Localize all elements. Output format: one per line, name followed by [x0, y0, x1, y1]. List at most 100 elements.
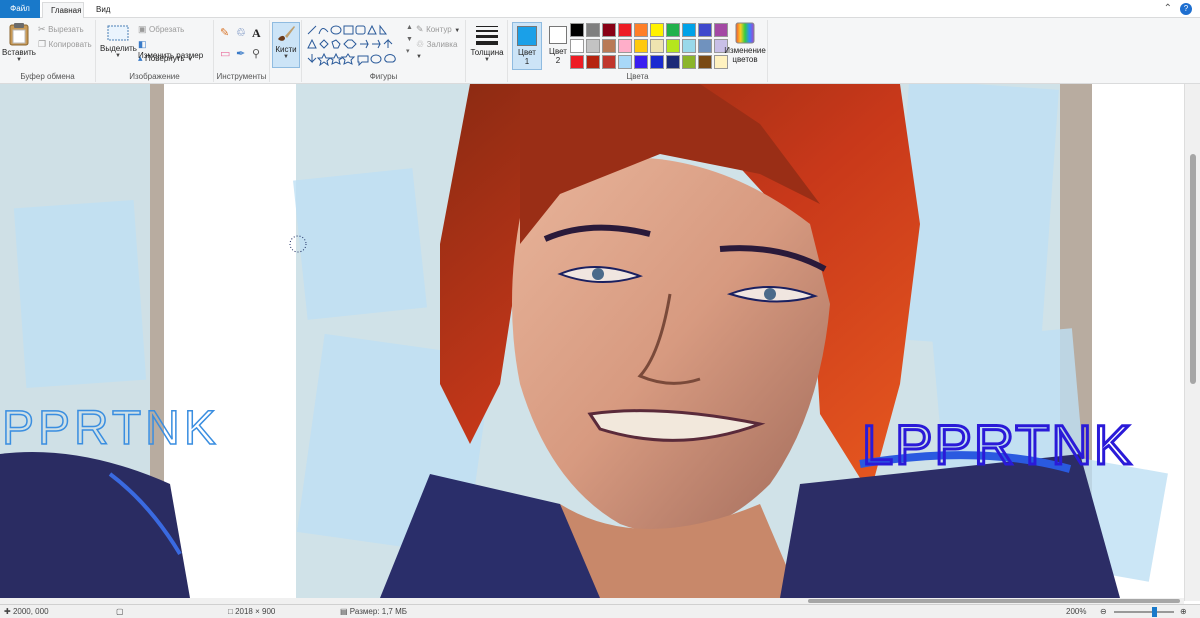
- cut-button[interactable]: ✂ Вырезать: [38, 24, 84, 35]
- palette-swatch[interactable]: [618, 39, 632, 53]
- palette-swatch[interactable]: [682, 55, 696, 69]
- image-size-icon: □: [228, 607, 233, 616]
- palette-swatch[interactable]: [634, 55, 648, 69]
- color2-label: Цвет: [549, 47, 567, 56]
- cursor-icon: ✚: [4, 607, 11, 616]
- palette-swatch[interactable]: [698, 23, 712, 37]
- outline-dropdown-icon[interactable]: ▼: [454, 28, 460, 34]
- tab-home[interactable]: Главная: [42, 2, 84, 19]
- color1-button[interactable]: Цвет 1: [512, 22, 542, 70]
- horizontal-scroll-thumb[interactable]: [808, 599, 1180, 603]
- palette-swatch[interactable]: [666, 39, 680, 53]
- palette-swatch[interactable]: [698, 39, 712, 53]
- palette-swatch[interactable]: [618, 23, 632, 37]
- ribbon: Вставить ▼ ✂ Вырезать ❐ Копировать Буфер…: [0, 18, 1200, 84]
- group-shapes: ▲ ▼ ▾ ✎ Контур ▼ ♲ Заливка ▼ Фигуры: [302, 20, 466, 82]
- color2-button[interactable]: Цвет 2: [544, 22, 572, 70]
- zoom-slider[interactable]: [1114, 607, 1174, 617]
- rotate-label: Повернуть: [145, 54, 185, 63]
- copy-label: Копировать: [48, 40, 92, 49]
- file-size-value: Размер: 1,7 МБ: [349, 607, 407, 616]
- fill-bucket-icon[interactable]: ♲: [236, 26, 252, 41]
- brushes-dropdown-icon[interactable]: ▼: [273, 54, 299, 60]
- magnifier-icon[interactable]: ⚲: [252, 47, 268, 60]
- palette-swatch[interactable]: [650, 23, 664, 37]
- edit-colors-label: Изменение цветов: [724, 46, 766, 64]
- paste-button[interactable]: Вставить ▼: [2, 22, 36, 63]
- palette-swatch[interactable]: [650, 39, 664, 53]
- paste-dropdown-icon[interactable]: ▼: [2, 57, 36, 63]
- palette-swatch[interactable]: [602, 55, 616, 69]
- scissors-icon: ✂: [38, 24, 46, 34]
- rotate-button[interactable]: ▴ Повернуть ▼: [138, 53, 193, 64]
- shapes-gallery[interactable]: [306, 24, 416, 66]
- text-icon[interactable]: A: [252, 26, 268, 41]
- select-dropdown-icon[interactable]: ▼: [100, 53, 136, 59]
- cursor-position: ✚ 2000, 000: [4, 607, 49, 616]
- brush-icon: [278, 26, 295, 41]
- size-dropdown-icon[interactable]: ▼: [470, 57, 504, 63]
- palette-swatch[interactable]: [634, 23, 648, 37]
- palette-swatch[interactable]: [618, 55, 632, 69]
- palette-swatch[interactable]: [570, 55, 584, 69]
- ribbon-collapse-chevron-icon[interactable]: ⌃: [1164, 3, 1172, 14]
- palette-swatch[interactable]: [586, 23, 600, 37]
- fill-dropdown-icon[interactable]: ▼: [416, 54, 422, 60]
- outline-label: Контур: [426, 25, 452, 34]
- palette-swatch[interactable]: [650, 55, 664, 69]
- fill-button[interactable]: ♲ Заливка ▼: [416, 39, 465, 60]
- painting-canvas[interactable]: PPRTNK LPPRTNK: [0, 84, 1184, 598]
- rotate-icon: ▴: [138, 53, 143, 63]
- pencil-icon[interactable]: ✎: [220, 26, 236, 41]
- zoom-out-icon[interactable]: ⊖: [1100, 607, 1107, 616]
- zoom-slider-thumb[interactable]: [1152, 607, 1157, 617]
- palette-swatch[interactable]: [602, 23, 616, 37]
- outline-icon: ✎: [416, 24, 424, 34]
- eraser-icon[interactable]: ▭: [220, 47, 236, 60]
- color2-number: 2: [555, 56, 561, 65]
- palette-swatch[interactable]: [666, 55, 680, 69]
- palette-swatch[interactable]: [634, 39, 648, 53]
- select-button[interactable]: Выделить ▼: [100, 24, 137, 59]
- rotate-dropdown-icon[interactable]: ▼: [187, 57, 193, 63]
- shapes-scroll[interactable]: ▲ ▼ ▾: [406, 22, 413, 58]
- vertical-scrollbar[interactable]: [1184, 84, 1200, 601]
- color-picker-icon[interactable]: ✒: [236, 47, 252, 60]
- help-icon[interactable]: ?: [1180, 3, 1192, 15]
- line-thickness-icon: [476, 26, 498, 45]
- palette-swatch[interactable]: [570, 23, 584, 37]
- image-group-label: Изображение: [129, 72, 180, 81]
- palette-swatch[interactable]: [682, 23, 696, 37]
- tab-view[interactable]: Вид: [88, 2, 118, 18]
- group-image: Выделить ▼ ▣ Обрезать ◧ Изменить размер …: [96, 20, 214, 82]
- cut-label: Вырезать: [48, 25, 84, 34]
- zoom-in-icon[interactable]: ⊕: [1180, 607, 1187, 616]
- tools-group-label: Инструменты: [216, 72, 267, 81]
- copy-icon: ❐: [38, 39, 47, 49]
- tab-file[interactable]: Файл: [0, 0, 40, 18]
- size-button[interactable]: Толщина ▼: [470, 24, 504, 63]
- group-tools: ✎ ♲ A ▭ ✒ ⚲ Инструменты: [214, 20, 270, 82]
- crop-button[interactable]: ▣ Обрезать: [138, 24, 184, 35]
- palette-swatch[interactable]: [586, 55, 600, 69]
- palette-swatch[interactable]: [666, 23, 680, 37]
- edit-colors-button[interactable]: Изменение цветов: [724, 22, 766, 64]
- signature-left: PPRTNK: [2, 402, 220, 455]
- fill-label: Заливка: [426, 40, 458, 49]
- palette-swatch[interactable]: [586, 39, 600, 53]
- brushes-button[interactable]: Кисти ▼: [272, 22, 300, 68]
- palette-swatch[interactable]: [682, 39, 696, 53]
- zoom-level: 200%: [1066, 607, 1087, 616]
- clipboard-icon: [9, 23, 29, 46]
- cursor-position-value: 2000, 000: [12, 607, 49, 616]
- image-size-value: 2018 × 900: [235, 607, 276, 616]
- vertical-scroll-thumb[interactable]: [1190, 154, 1196, 384]
- palette-swatch[interactable]: [570, 39, 584, 53]
- color2-swatch: [549, 26, 567, 44]
- group-brushes: Кисти ▼: [270, 20, 302, 82]
- palette-swatch[interactable]: [698, 55, 712, 69]
- outline-button[interactable]: ✎ Контур ▼: [416, 24, 460, 35]
- group-colors: Цвет 1 Цвет 2 Изменение цветов Цвета: [508, 20, 768, 82]
- copy-button[interactable]: ❐ Копировать: [38, 39, 92, 50]
- palette-swatch[interactable]: [602, 39, 616, 53]
